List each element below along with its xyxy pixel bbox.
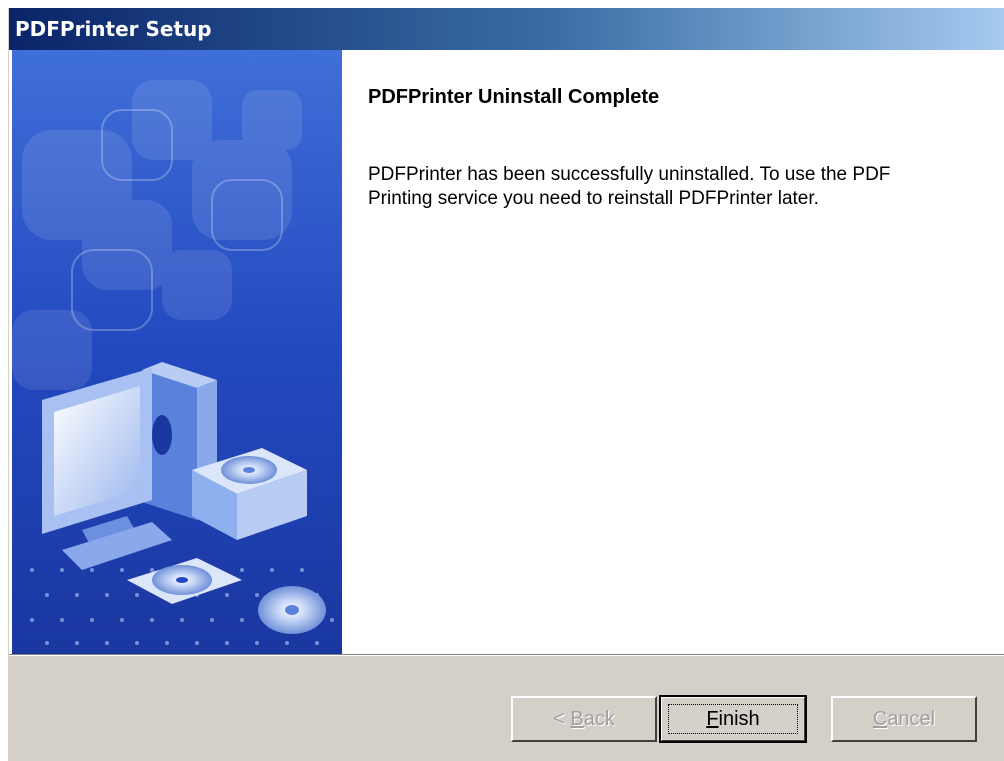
setup-dialog: PDFPrinter Setup PDFPrinter Uninstall Co…	[8, 8, 1004, 761]
window-title: PDFPrinter Setup	[15, 17, 212, 41]
setup-banner-image	[12, 50, 342, 654]
dialog-content: PDFPrinter Uninstall Complete PDFPrinter…	[9, 50, 1004, 654]
main-panel: PDFPrinter Uninstall Complete PDFPrinter…	[342, 50, 1004, 654]
page-title: PDFPrinter Uninstall Complete	[368, 86, 660, 108]
button-bar: < Back Finish Cancel	[9, 656, 1004, 761]
finish-button[interactable]: Finish	[659, 695, 807, 743]
focus-rectangle	[668, 704, 798, 734]
cancel-button[interactable]: Cancel	[831, 696, 977, 742]
back-button-label: ack	[583, 707, 615, 730]
cancel-button-label: ancel	[887, 707, 936, 730]
back-button-mnemonic: B	[570, 707, 584, 730]
title-bar[interactable]: PDFPrinter Setup	[9, 8, 1004, 50]
back-button-prefix: <	[553, 707, 571, 730]
message-line-2: Printing service you need to reinstall P…	[368, 188, 819, 209]
message-line-1: PDFPrinter has been successfully uninsta…	[368, 164, 891, 185]
completion-message: PDFPrinter has been successfully uninsta…	[368, 163, 978, 211]
cancel-button-mnemonic: C	[872, 707, 888, 730]
back-button[interactable]: < Back	[511, 696, 657, 742]
